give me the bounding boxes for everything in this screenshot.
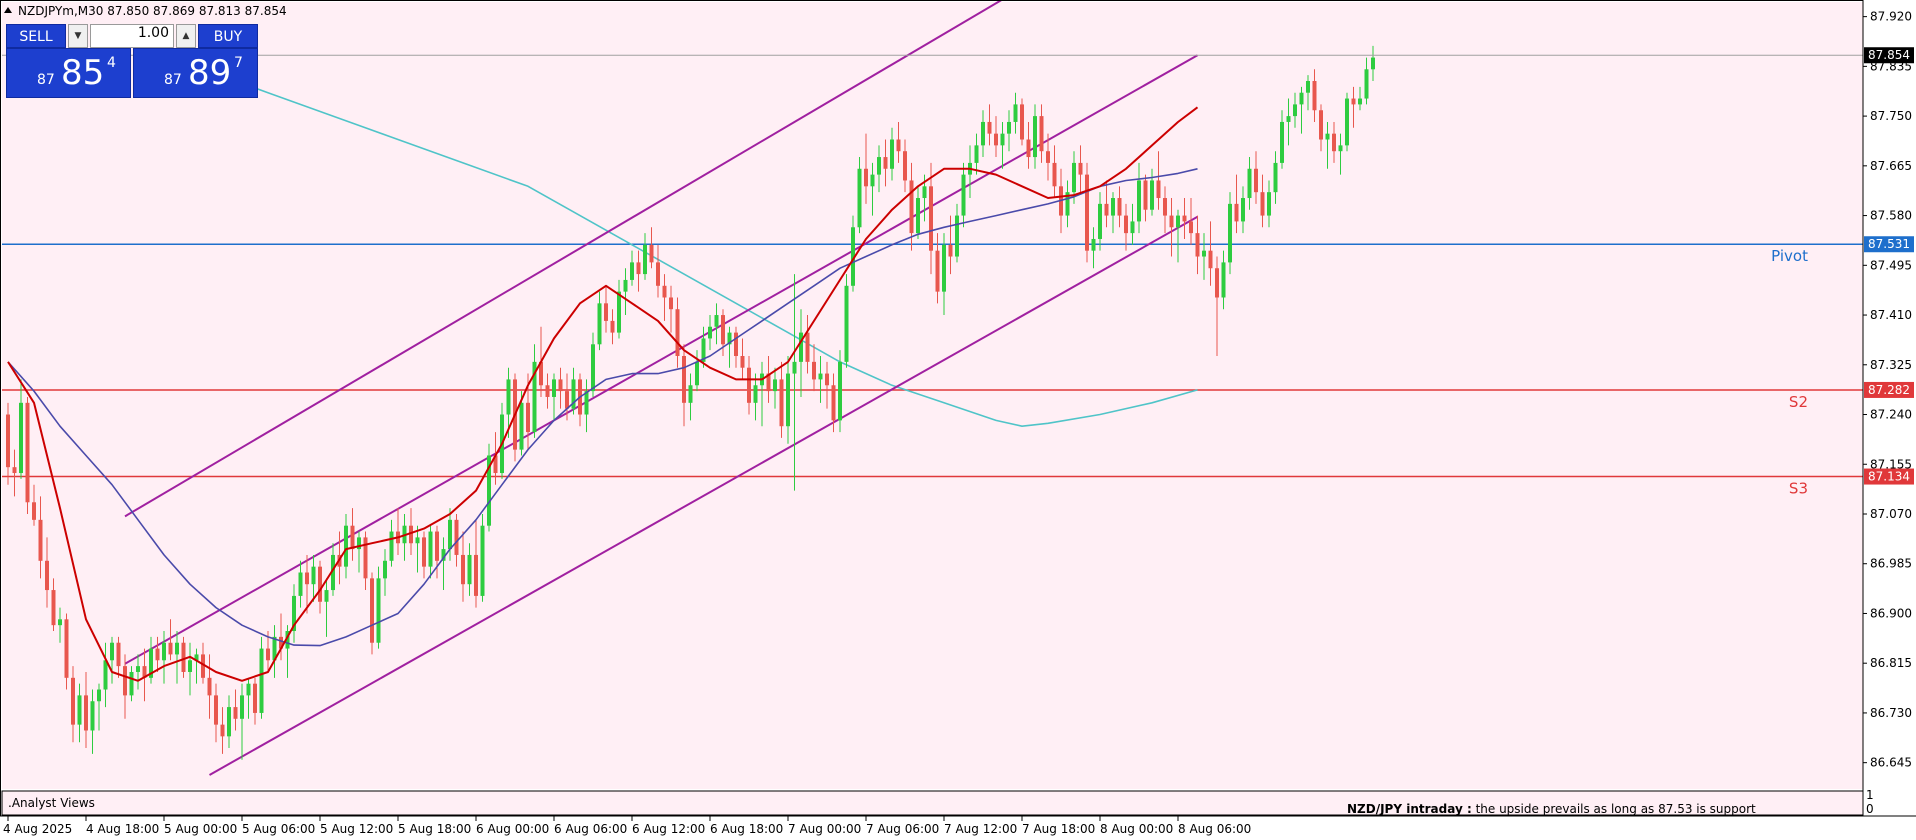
candle xyxy=(1228,192,1232,275)
time-tick-label: 7 Aug 00:00 xyxy=(788,822,861,836)
candle xyxy=(376,566,381,649)
candle xyxy=(1345,92,1349,152)
level-name-pivot: Pivot xyxy=(1771,247,1808,265)
sell-price-pip: 4 xyxy=(107,55,116,71)
candle xyxy=(1085,162,1089,263)
time-tick-label: 7 Aug 12:00 xyxy=(944,822,1017,836)
indicator-label: .Analyst Views xyxy=(8,796,95,810)
candle xyxy=(487,443,491,532)
price-tick-label: 86.645 xyxy=(1870,756,1912,770)
price-tick-label: 87.580 xyxy=(1870,209,1912,223)
sell-button[interactable]: SELL xyxy=(6,24,66,48)
price-tick-label: 87.920 xyxy=(1870,10,1912,24)
time-tick-label: 6 Aug 12:00 xyxy=(632,822,705,836)
time-tick-label: 7 Aug 06:00 xyxy=(866,822,939,836)
buy-price-box[interactable]: 87 89 7 xyxy=(133,48,258,98)
analyst-annotation: NZD/JPY intraday : the upside prevails a… xyxy=(1347,802,1756,816)
time-tick-label: 4 Aug 18:00 xyxy=(86,822,159,836)
candle xyxy=(844,274,849,368)
chart-header: NZDJPYm,M30 87.850 87.869 87.813 87.854 xyxy=(4,4,287,18)
level-price-label-s3: 87.134 xyxy=(1868,470,1910,484)
level-price-label-pivot: 87.531 xyxy=(1868,237,1910,251)
level-name-s2: S2 xyxy=(1789,393,1808,411)
indicator-scale-max: 1 xyxy=(1866,788,1874,802)
sell-price-box[interactable]: 87 85 4 xyxy=(6,48,131,98)
time-tick-label: 6 Aug 18:00 xyxy=(710,822,783,836)
one-click-trading-panel: SELL ▼ 1.00 ▲ BUY 87 85 4 87 89 7 xyxy=(6,24,258,98)
candle xyxy=(1020,98,1024,146)
annotation-bold: NZD/JPY intraday : xyxy=(1347,802,1472,816)
buy-price-pip: 7 xyxy=(234,55,243,71)
price-tick-label: 87.665 xyxy=(1870,159,1912,173)
time-tick-label: 6 Aug 00:00 xyxy=(476,822,549,836)
candle xyxy=(370,572,374,655)
price-tick-label: 87.325 xyxy=(1870,358,1912,372)
indicator-scale-min: 0 xyxy=(1866,802,1874,816)
price-tick-label: 86.815 xyxy=(1870,656,1912,670)
price-tick-label: 87.410 xyxy=(1870,308,1912,322)
level-price-label-s2: 87.282 xyxy=(1868,383,1910,397)
buy-button[interactable]: BUY xyxy=(198,24,258,48)
time-tick-label: 8 Aug 00:00 xyxy=(1100,822,1173,836)
buy-price-main: 89 xyxy=(188,53,232,93)
symbol-ohlc-text: NZDJPYm,M30 87.850 87.869 87.813 87.854 xyxy=(18,4,287,18)
chart-window: Pivot S2 S3 87.920 87.835 87.750 87.665 87.580… xyxy=(0,0,1916,840)
time-tick-label: 7 Aug 18:00 xyxy=(1022,822,1095,836)
time-tick-label: 8 Aug 06:00 xyxy=(1178,822,1251,836)
current-price-label: 87.854 xyxy=(1868,48,1910,62)
volume-decrease-icon[interactable]: ▼ xyxy=(68,24,88,48)
candle xyxy=(259,636,264,719)
time-tick-label: 6 Aug 06:00 xyxy=(554,822,627,836)
candle xyxy=(25,396,30,514)
buy-price-prefix: 87 xyxy=(164,72,182,88)
time-tick-label: 5 Aug 12:00 xyxy=(320,822,393,836)
time-tick-label: 5 Aug 06:00 xyxy=(242,822,315,836)
price-tick-label: 86.900 xyxy=(1870,606,1912,620)
price-tick-label: 87.070 xyxy=(1870,507,1912,521)
sell-price-main: 85 xyxy=(61,53,105,93)
volume-input[interactable]: 1.00 xyxy=(90,24,174,48)
price-tick-label: 87.495 xyxy=(1870,258,1912,272)
annotation-text: the upside prevails as long as 87.53 is … xyxy=(1472,802,1756,816)
level-name-s3: S3 xyxy=(1789,480,1808,498)
time-tick-label: 5 Aug 18:00 xyxy=(398,822,471,836)
price-tick-label: 86.985 xyxy=(1870,557,1912,571)
candle xyxy=(838,350,842,433)
price-tick-label: 86.730 xyxy=(1870,706,1912,720)
time-tick-label: 5 Aug 00:00 xyxy=(164,822,237,836)
plot-area xyxy=(2,2,1863,789)
price-tick-label: 87.240 xyxy=(1870,408,1912,422)
candle xyxy=(480,513,485,602)
price-tick-label: 87.750 xyxy=(1870,109,1912,123)
time-tick-label: 4 Aug 2025 xyxy=(3,822,72,836)
volume-increase-icon[interactable]: ▲ xyxy=(176,24,196,48)
price-chart[interactable]: PivotS2S3 87.92087.83587.75087.66587.580… xyxy=(0,0,1916,840)
sell-price-prefix: 87 xyxy=(37,72,55,88)
candle xyxy=(181,636,186,678)
